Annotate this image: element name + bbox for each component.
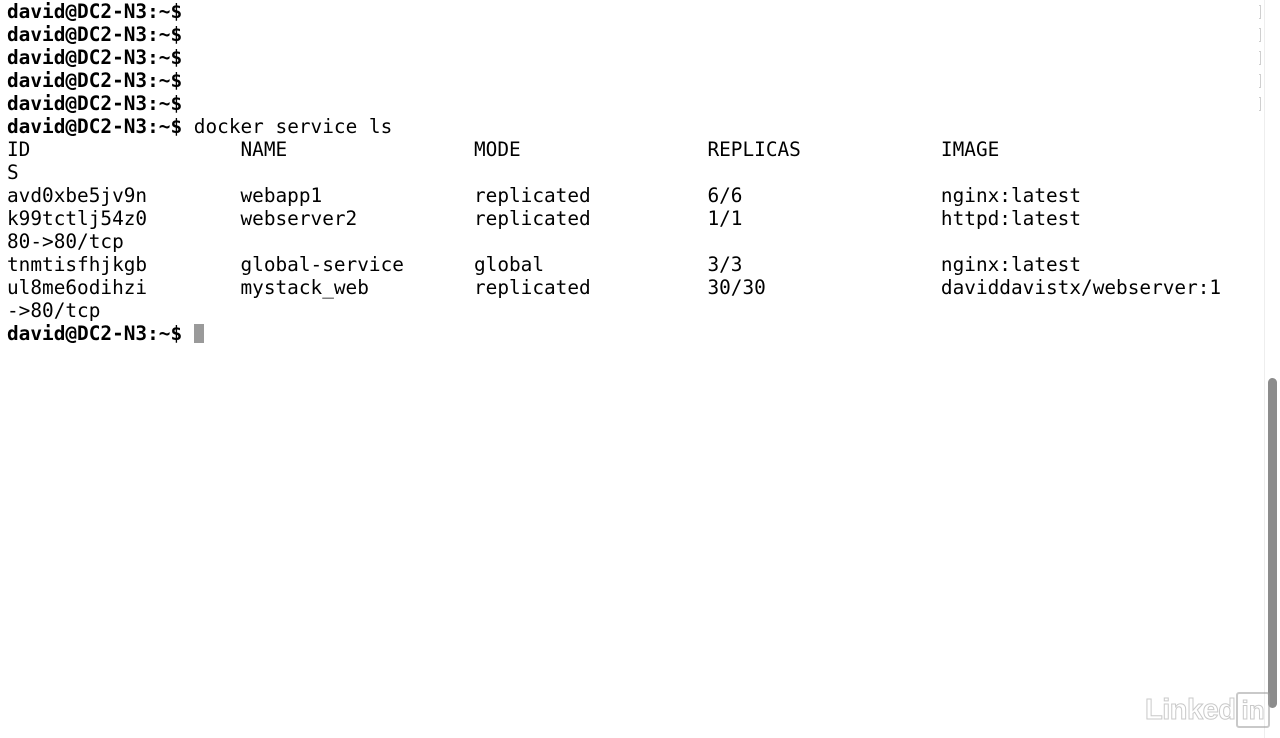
terminal-prompt-line: david@DC2-N3:~$ [7,69,1264,92]
output-text: 80->80/tcp [7,230,124,253]
text-cursor [193,324,204,343]
command-text: docker service ls [182,115,393,138]
vertical-scrollbar[interactable] [1264,0,1280,738]
terminal-window[interactable]: david@DC2-N3:~$ david@DC2-N3:~$ david@DC2-… [0,0,1264,738]
shell-prompt: david@DC2-N3:~$ [7,23,183,46]
terminal-output-line: ul8me6odihzi mystack_web replicated 30/3… [7,276,1264,299]
line-marker [1259,74,1261,88]
line-marker [1259,5,1261,19]
terminal-prompt-line: david@DC2-N3:~$ [7,46,1264,69]
terminal-output-line: k99tctlj54z0 webserver2 replicated 1/1 h… [7,207,1264,230]
shell-prompt: david@DC2-N3:~$ [7,69,183,92]
terminal-output-line: 80->80/tcp [7,230,1264,253]
terminal-output-line: S [7,161,1264,184]
output-text: S [7,161,19,184]
terminal-output-line: ->80/tcp [7,299,1264,322]
shell-prompt: david@DC2-N3:~$ [7,322,183,345]
terminal-prompt-line: david@DC2-N3:~$ docker service ls [7,115,1264,138]
output-text: ul8me6odihzi mystack_web replicated 30/3… [7,276,1264,299]
scrollbar-thumb[interactable] [1268,378,1277,708]
terminal-prompt-line: david@DC2-N3:~$ [7,92,1264,115]
output-text: k99tctlj54z0 webserver2 replicated 1/1 h… [7,207,1264,230]
output-text: avd0xbe5jv9n webapp1 replicated 6/6 ngin… [7,184,1082,207]
shell-prompt: david@DC2-N3:~$ [7,115,183,138]
command-text [182,322,194,345]
line-marker [1259,28,1261,42]
terminal-output-line: tnmtisfhjkgb global-service global 3/3 n… [7,253,1264,276]
terminal-output-line: avd0xbe5jv9n webapp1 replicated 6/6 ngin… [7,184,1264,207]
terminal-prompt-line: david@DC2-N3:~$ [7,322,1264,345]
terminal-prompt-line: david@DC2-N3:~$ [7,0,1264,23]
terminal-output[interactable]: david@DC2-N3:~$ david@DC2-N3:~$ david@DC2-… [7,0,1264,345]
output-text: ->80/tcp [7,299,101,322]
output-text: tnmtisfhjkgb global-service global 3/3 n… [7,253,1082,276]
watermark-text: Linked [1144,693,1236,726]
line-marker [1259,97,1261,111]
watermark-in-box: in [1236,692,1270,728]
line-marker [1259,51,1261,65]
terminal-prompt-line: david@DC2-N3:~$ [7,23,1264,46]
terminal-output-line: ID NAME MODE REPLICAS IMAGE PORT [7,138,1264,161]
output-text: ID NAME MODE REPLICAS IMAGE PORT [7,138,1264,161]
shell-prompt: david@DC2-N3:~$ [7,0,183,23]
shell-prompt: david@DC2-N3:~$ [7,92,183,115]
linkedin-watermark-logo: Linked in [1144,692,1270,728]
shell-prompt: david@DC2-N3:~$ [7,46,183,69]
